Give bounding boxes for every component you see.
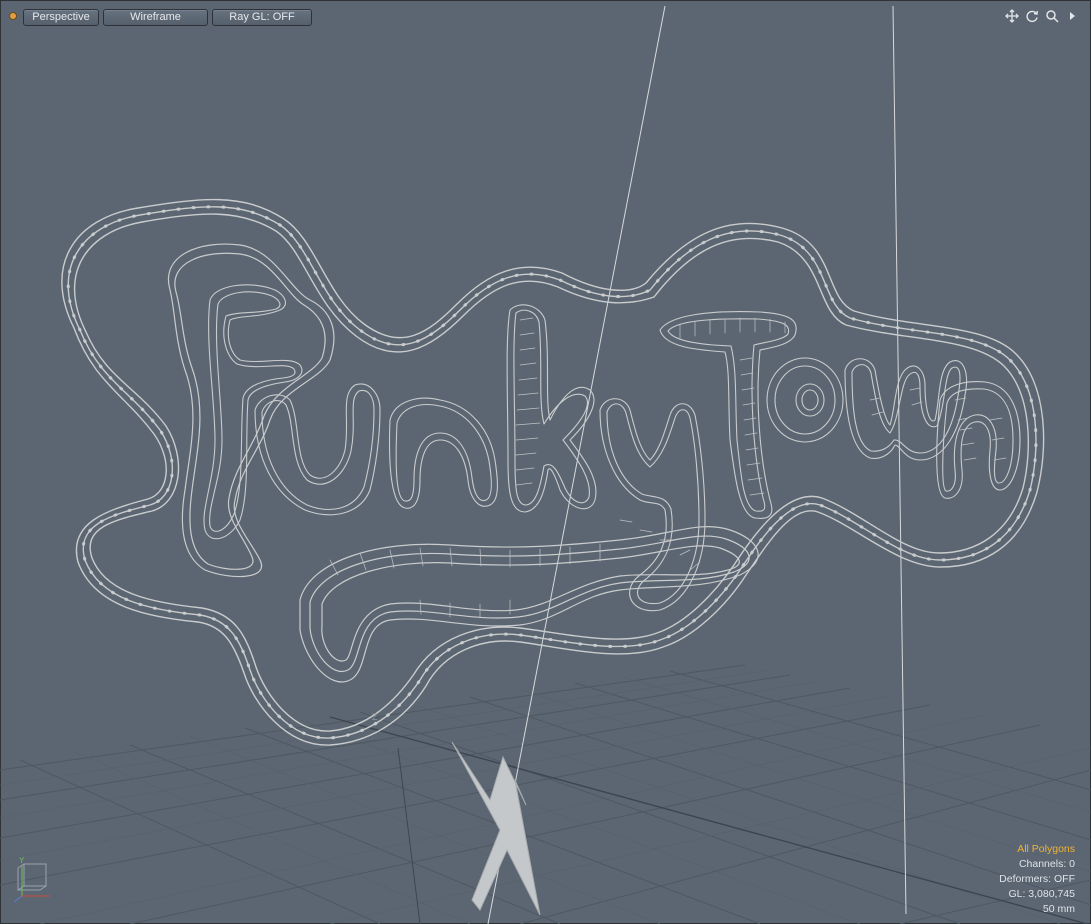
axis-gizmo: Y — [13, 856, 50, 903]
ground-grid-fine — [0, 669, 1091, 924]
ground-grid — [0, 664, 1091, 924]
guide-line-right — [892, 5, 907, 915]
viewport-navigation-icons — [1005, 8, 1079, 24]
y-axis-label: Y — [19, 856, 25, 865]
shading-mode-button[interactable]: Wireframe — [103, 9, 208, 26]
funkytown-wireframe-model[interactable] — [61, 198, 1045, 746]
scene-canvas[interactable]: Z — [0, 0, 1091, 924]
z-axis-gizmo-line — [13, 895, 23, 903]
deformers-readout: Deformers: OFF — [999, 873, 1075, 885]
view-mode-button[interactable]: Perspective — [23, 9, 99, 26]
more-arrow-icon[interactable] — [1065, 8, 1079, 24]
selection-mode-label: All Polygons — [1017, 843, 1075, 855]
viewport-toolbar: Perspective Wireframe Ray GL: OFF — [0, 0, 1091, 32]
origin-axis-label: Z — [372, 712, 378, 722]
3d-viewport[interactable]: Z Perspective Wireframe Ray GL: OFF All … — [0, 0, 1091, 924]
light-object[interactable] — [451, 741, 541, 916]
focal-length-readout: 50 mm — [1042, 903, 1075, 915]
zoom-view-icon[interactable] — [1045, 8, 1059, 24]
channels-readout: Channels: 0 — [1018, 858, 1075, 870]
ray-gl-button[interactable]: Ray GL: OFF — [212, 9, 312, 26]
viewport-info-overlay: All Polygons Channels: 0 Deformers: OFF … — [999, 842, 1075, 917]
rotate-view-icon[interactable] — [1025, 8, 1039, 24]
viewport-options-dot[interactable] — [9, 12, 17, 20]
gl-polycount-readout: GL: 3,080,745 — [1008, 888, 1075, 900]
move-view-icon[interactable] — [1005, 8, 1019, 24]
x-axis-line — [329, 716, 1090, 924]
